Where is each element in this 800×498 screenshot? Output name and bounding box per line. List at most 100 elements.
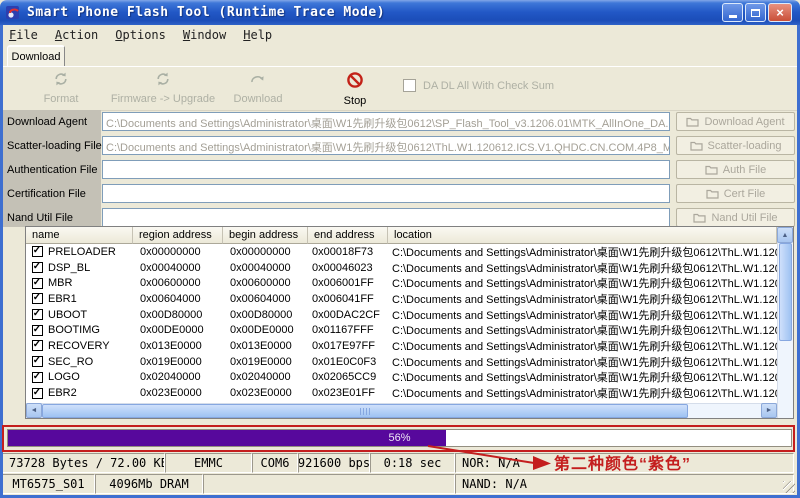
status-empty-cell	[203, 474, 455, 494]
close-icon: ×	[776, 6, 784, 19]
nand-util-file-field[interactable]	[102, 208, 670, 227]
checkbox-checked-icon: ✓	[33, 356, 41, 366]
row-checkbox[interactable]: ✓	[32, 325, 43, 336]
app-icon	[6, 5, 21, 20]
horizontal-scrollbar[interactable]: ◄ ►	[26, 403, 777, 418]
checkbox-checked-icon: ✓	[33, 309, 41, 319]
menu-help[interactable]: Help	[243, 28, 272, 42]
table-row[interactable]: ✓ PRELOADER 0x00000000 0x00000000 0x0001…	[26, 244, 777, 260]
column-header-location[interactable]: location	[388, 227, 777, 244]
table-row[interactable]: ✓ MBR 0x00600000 0x00600000 0x006001FF C…	[26, 275, 777, 291]
folder-icon	[705, 165, 718, 175]
table-row[interactable]: ✓ BOOTIMG 0x00DE0000 0x00DE0000 0x01167F…	[26, 322, 777, 338]
row-checkbox[interactable]: ✓	[32, 356, 43, 367]
checkbox-checked-icon: ✓	[33, 293, 41, 303]
format-label: Format	[44, 93, 79, 105]
vertical-scrollbar[interactable]: ▲	[777, 227, 793, 418]
progress-bar: 56%	[7, 429, 792, 447]
scroll-right-button[interactable]: ►	[761, 403, 777, 418]
firmware-upgrade-button[interactable]: Firmware -> Upgrade	[107, 71, 219, 105]
horizontal-scroll-thumb[interactable]	[42, 404, 688, 418]
menu-bar: File Action Options Window Help	[3, 25, 797, 44]
menu-window[interactable]: Window	[183, 28, 226, 42]
checkbox-checked-icon: ✓	[33, 262, 41, 272]
firmware-upgrade-label: Firmware -> Upgrade	[111, 93, 215, 105]
row-checkbox[interactable]: ✓	[32, 372, 43, 383]
scatter-file-field[interactable]: C:\Documents and Settings\Administrator\…	[102, 136, 670, 155]
menu-file[interactable]: File	[9, 28, 38, 42]
menu-action[interactable]: Action	[55, 28, 98, 42]
maximize-button[interactable]	[745, 3, 766, 22]
auth-file-label: Authentication File	[7, 160, 99, 180]
row-checkbox[interactable]: ✓	[32, 246, 43, 257]
auth-file-browse-button[interactable]: Auth File	[676, 160, 795, 179]
auth-file-field[interactable]	[102, 160, 670, 179]
table-row[interactable]: ✓ EBR2 0x023E0000 0x023E0000 0x023E01FF …	[26, 385, 777, 401]
vertical-scroll-thumb[interactable]	[779, 243, 792, 341]
folder-icon	[686, 117, 699, 127]
row-checkbox[interactable]: ✓	[32, 278, 43, 289]
download-agent-field[interactable]: C:\Documents and Settings\Administrator\…	[102, 112, 670, 131]
checkbox-checked-icon: ✓	[33, 325, 41, 335]
minimize-icon	[729, 15, 737, 18]
scroll-up-icon: ▲	[782, 232, 789, 239]
tab-download[interactable]: Download	[7, 45, 65, 66]
minimize-button[interactable]	[722, 3, 743, 22]
status-nand: NAND: N/A	[455, 474, 794, 494]
folder-icon	[706, 189, 719, 199]
download-label: Download	[234, 93, 283, 105]
checkbox-checked-icon: ✓	[33, 388, 41, 398]
status-com-port: COM6	[252, 453, 298, 473]
table-row[interactable]: ✓ LOGO 0x02040000 0x02040000 0x02065CC9 …	[26, 370, 777, 386]
checkbox-checked-icon: ✓	[33, 246, 41, 256]
firmware-upgrade-icon	[155, 71, 171, 90]
scroll-grip-icon	[360, 408, 371, 415]
column-header-region-address[interactable]: region address	[133, 227, 223, 244]
maximize-icon	[751, 9, 760, 17]
column-header-end-address[interactable]: end address	[308, 227, 388, 244]
folder-icon	[693, 213, 706, 223]
partition-table: name region address begin address end ad…	[25, 226, 794, 419]
row-checkbox[interactable]: ✓	[32, 340, 43, 351]
progress-percent-label: 56%	[8, 432, 791, 444]
table-row[interactable]: ✓ DSP_BL 0x00040000 0x00040000 0x0004602…	[26, 260, 777, 276]
cert-file-label: Certification File	[7, 184, 99, 204]
scroll-left-button[interactable]: ◄	[26, 403, 42, 418]
resize-grip[interactable]	[783, 481, 795, 493]
folder-icon	[690, 141, 703, 151]
cert-file-field[interactable]	[102, 184, 670, 203]
download-agent-label: Download Agent	[7, 112, 99, 132]
download-icon	[249, 71, 267, 90]
scroll-up-button[interactable]: ▲	[777, 227, 793, 243]
stop-icon	[346, 71, 364, 92]
window-title: Smart Phone Flash Tool (Runtime Trace Mo…	[27, 5, 385, 20]
app-window: Smart Phone Flash Tool (Runtime Trace Mo…	[0, 0, 800, 498]
table-row[interactable]: ✓ SEC_RO 0x019E0000 0x019E0000 0x01E0C0F…	[26, 354, 777, 370]
da-dl-checksum-checkbox[interactable]: DA DL All With Check Sum	[403, 79, 554, 92]
checkbox-unchecked-icon	[403, 79, 416, 92]
nand-util-browse-label: Nand Util File	[711, 212, 777, 224]
download-button[interactable]: Download	[219, 71, 297, 105]
row-checkbox[interactable]: ✓	[32, 388, 43, 399]
nand-util-browse-button[interactable]: Nand Util File	[676, 208, 795, 227]
scatter-file-browse-button[interactable]: Scatter-loading	[676, 136, 795, 155]
close-button[interactable]: ×	[768, 3, 792, 22]
table-row[interactable]: ✓ UBOOT 0x00D80000 0x00D80000 0x00DAC2CF…	[26, 307, 777, 323]
table-row[interactable]: ✓ EBR1 0x00604000 0x00604000 0x006041FF …	[26, 291, 777, 307]
row-checkbox[interactable]: ✓	[32, 293, 43, 304]
status-storage-type: EMMC	[165, 453, 252, 473]
table-row[interactable]: ✓ RECOVERY 0x013E0000 0x013E0000 0x017E9…	[26, 338, 777, 354]
status-elapsed-time: 0:18 sec	[370, 453, 455, 473]
cert-file-browse-button[interactable]: Cert File	[676, 184, 795, 203]
format-button[interactable]: Format	[25, 71, 97, 105]
row-checkbox[interactable]: ✓	[32, 309, 43, 320]
column-header-begin-address[interactable]: begin address	[223, 227, 308, 244]
stop-button[interactable]: Stop	[327, 71, 383, 107]
checkbox-checked-icon: ✓	[33, 340, 41, 350]
download-agent-browse-button[interactable]: Download Agent	[676, 112, 795, 131]
stop-label: Stop	[344, 95, 367, 107]
row-checkbox[interactable]: ✓	[32, 262, 43, 273]
column-header-name[interactable]: name	[26, 227, 133, 244]
status-chip-model: MT6575_S01	[2, 474, 95, 494]
menu-options[interactable]: Options	[115, 28, 166, 42]
